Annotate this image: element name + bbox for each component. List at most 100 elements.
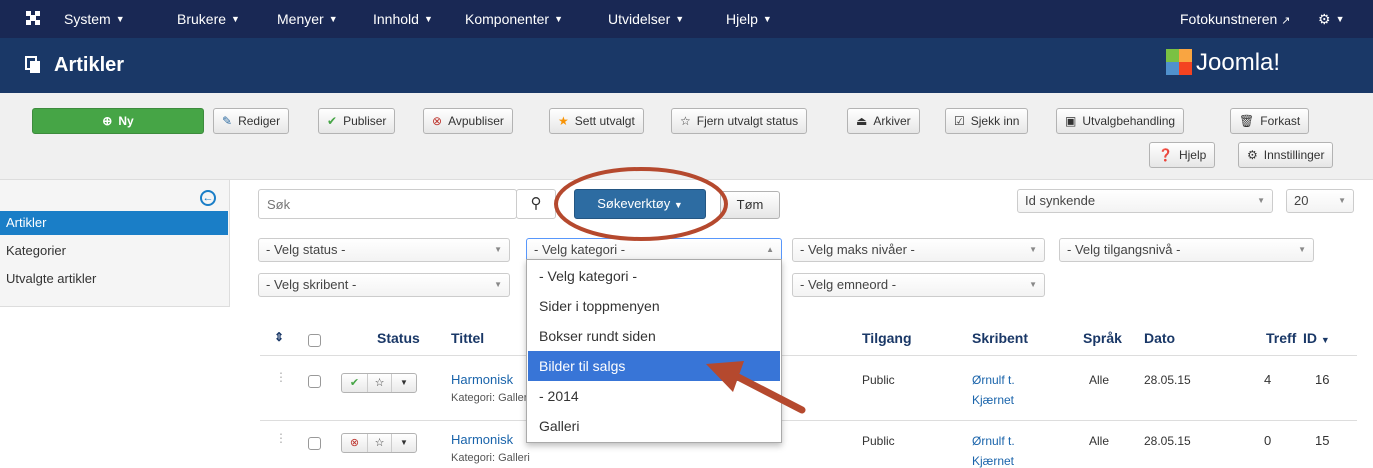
caret-down-icon: ▼ (1335, 14, 1345, 24)
article-access: Public (862, 373, 895, 387)
check-all-checkbox[interactable] (308, 334, 321, 347)
menu-extensions[interactable]: Utvidelser ▼ (608, 11, 684, 27)
max-level-filter[interactable]: - Velg maks nivåer - ▼ (792, 238, 1045, 262)
drag-handle-icon[interactable]: ⋮ (275, 431, 287, 445)
star-outline-icon[interactable]: ☆ (368, 374, 392, 392)
caret-down-icon: ▼ (1320, 335, 1330, 345)
edit-button[interactable]: ✎ Rediger (213, 108, 290, 134)
caret-down-icon: ▼ (231, 14, 240, 24)
external-link-icon: ↗ (1281, 15, 1291, 27)
article-author-link[interactable]: Kjærnet (972, 454, 1014, 468)
help-button[interactable]: ❓ Hjelp (1149, 142, 1216, 168)
caret-down-icon: ▼ (115, 14, 125, 24)
check-icon: ✔ (327, 114, 338, 128)
dropdown-option[interactable]: Galleri (528, 411, 780, 441)
search-input[interactable] (258, 189, 517, 219)
dropdown-option[interactable]: - Velg kategori - (528, 261, 780, 291)
trash-icon: 🗑 (1239, 114, 1255, 128)
menu-content[interactable]: Innhold ▼ (373, 11, 433, 27)
article-hits: 4 (1264, 372, 1272, 387)
caret-down-icon: ▼ (1257, 196, 1265, 205)
feature-button[interactable]: ★ Sett utvalgt (549, 108, 644, 134)
caret-down-icon[interactable]: ▼ (392, 434, 416, 452)
site-link[interactable]: Fotokunstneren ↗ (1180, 11, 1290, 27)
caret-up-icon: ▲ (766, 245, 774, 254)
sidebar-item-categories[interactable]: Kategorier (0, 239, 228, 263)
options-button[interactable]: ⚙ Innstillinger (1238, 142, 1334, 168)
category-dropdown: - Velg kategori - Sider i toppmenyen Bok… (526, 259, 782, 443)
joomla-icon[interactable] (24, 9, 42, 27)
author-filter[interactable]: - Velg skribent - ▼ (258, 273, 510, 297)
new-button[interactable]: ⊕ Ny (32, 108, 204, 134)
article-title-link[interactable]: Harmonisk (451, 432, 513, 447)
article-author-link[interactable]: Ørnulf t. (972, 434, 1015, 448)
caret-down-icon: ▼ (423, 14, 433, 24)
sort-select[interactable]: Id synkende ▼ (1017, 189, 1273, 213)
sidebar-item-articles[interactable]: Artikler (0, 211, 228, 235)
menu-components[interactable]: Komponenter ▼ (465, 11, 563, 27)
row-checkbox[interactable] (308, 437, 321, 450)
unfeature-button[interactable]: ☆ Fjern utvalgt status (671, 108, 808, 134)
sidebar-item-featured[interactable]: Utvalgte artikler (0, 267, 228, 291)
batch-button[interactable]: ▣ Utvalgbehandling (1056, 108, 1185, 134)
drag-handle-icon[interactable]: ⋮ (275, 370, 287, 384)
col-id[interactable]: ID ▼ (1303, 330, 1330, 346)
published-check-icon[interactable]: ✔ (342, 374, 368, 392)
user-settings-menu[interactable]: ⚙ ▼ (1318, 11, 1344, 28)
col-access[interactable]: Tilgang (862, 330, 912, 346)
article-title-link[interactable]: Harmonisk (451, 372, 513, 387)
checkin-button[interactable]: ☑ Sjekk inn (945, 108, 1029, 134)
article-author-link[interactable]: Ørnulf t. (972, 373, 1015, 387)
col-date[interactable]: Dato (1144, 330, 1175, 346)
unpublished-icon[interactable]: ⊗ (342, 434, 368, 452)
article-id: 16 (1315, 372, 1330, 387)
access-filter[interactable]: - Velg tilgangsnivå - ▼ (1059, 238, 1314, 262)
article-language: Alle (1089, 434, 1110, 448)
search-button[interactable]: ⚲ (516, 189, 556, 219)
menu-users[interactable]: Brukere ▼ (177, 11, 240, 27)
question-circle-icon: ❓ (1158, 148, 1173, 162)
article-author-link[interactable]: Kjærnet (972, 393, 1014, 407)
trash-button[interactable]: 🗑 Forkast (1230, 108, 1310, 134)
limit-select[interactable]: 20 ▼ (1286, 189, 1354, 213)
star-outline-icon[interactable]: ☆ (368, 434, 392, 452)
archive-button[interactable]: ⏏ Arkiver (847, 108, 920, 134)
col-author[interactable]: Skribent (972, 330, 1028, 346)
search-icon: ⚲ (530, 195, 542, 212)
menu-system[interactable]: System ▼ (64, 11, 125, 27)
dropdown-option[interactable]: Sider i toppmenyen (528, 291, 780, 321)
col-language[interactable]: Språk (1083, 330, 1122, 346)
unpublish-button[interactable]: ⊗ Avpubliser (423, 108, 513, 134)
caret-down-icon: ▼ (328, 14, 338, 24)
page-header: Artikler Joomla! (0, 38, 1373, 93)
square-icon: ▣ (1065, 114, 1077, 128)
admin-menu-bar: System ▼ Brukere ▼ Menyer ▼ Innhold ▼ Kompon… (0, 0, 1373, 38)
gear-icon: ⚙ (1247, 148, 1258, 162)
publish-button[interactable]: ✔ Publiser (318, 108, 396, 134)
row-checkbox[interactable] (308, 375, 321, 388)
star-outline-icon: ☆ (680, 114, 691, 128)
caret-down-icon: ▼ (554, 14, 563, 24)
sort-handle-icon[interactable]: ⇕ (274, 330, 284, 344)
col-status[interactable]: Status (377, 330, 420, 346)
status-filter[interactable]: - Velg status - ▼ (258, 238, 510, 262)
sidebar-toggle-icon[interactable]: ← (200, 190, 216, 206)
caret-down-icon: ▼ (675, 14, 685, 24)
dropdown-option-highlighted[interactable]: Bilder til salgs (528, 351, 780, 381)
menu-help[interactable]: Hjelp ▼ (726, 11, 772, 27)
article-hits: 0 (1264, 433, 1272, 448)
caret-down-icon[interactable]: ▼ (392, 374, 416, 392)
menu-menus[interactable]: Menyer ▼ (277, 11, 338, 27)
clear-button[interactable]: Tøm (720, 191, 780, 219)
tag-filter[interactable]: - Velg emneord - ▼ (792, 273, 1045, 297)
article-category: Kategori: Galleri (451, 452, 530, 464)
col-title[interactable]: Tittel (451, 330, 484, 346)
archive-icon: ⏏ (856, 114, 868, 128)
col-hits[interactable]: Treff (1266, 330, 1296, 346)
copy-icon (25, 56, 40, 73)
dropdown-option[interactable]: Bokser rundt siden (528, 321, 780, 351)
article-access: Public (862, 434, 895, 448)
star-icon: ★ (558, 114, 569, 128)
search-tools-button[interactable]: Søkeverktøy ▼ (574, 189, 706, 219)
dropdown-option[interactable]: - 2014 (528, 381, 780, 411)
